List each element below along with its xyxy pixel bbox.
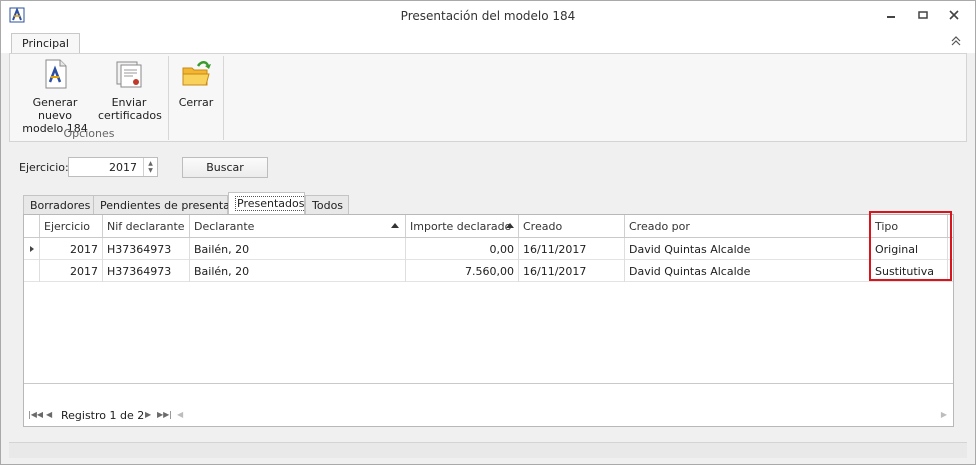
generar-label-line1: Generar nuevo <box>32 96 78 122</box>
scroll-left-icon[interactable]: ◀ <box>177 410 183 419</box>
close-button[interactable] <box>944 7 964 23</box>
ribbon-group-label: Opciones <box>63 127 115 140</box>
tab-todos-label: Todos <box>312 199 344 212</box>
cell-creado-por[interactable]: David Quintas Alcalde <box>625 260 871 282</box>
next-record-icon[interactable]: ▶ <box>145 410 151 419</box>
cell-ejercicio[interactable]: 2017 <box>40 238 103 260</box>
cell-ejercicio[interactable]: 2017 <box>40 260 103 282</box>
status-bar <box>9 442 967 458</box>
grid-footer-separator <box>24 383 953 384</box>
col-importe[interactable]: Importe declarado <box>406 215 519 237</box>
generar-modelo-button[interactable]: Generar nuevo modelo 184 <box>16 58 94 135</box>
spin-down-icon[interactable]: ▼ <box>148 167 153 174</box>
cell-importe[interactable]: 0,00 <box>406 238 519 260</box>
enviar-certificados-button[interactable]: Enviar certificados <box>98 58 162 122</box>
close-icon <box>949 10 959 20</box>
enviar-label-line2: certificados <box>98 109 162 122</box>
ejercicio-value[interactable]: 2017 <box>109 161 137 174</box>
col-declarante[interactable]: Declarante <box>190 215 406 237</box>
cell-creado[interactable]: 16/11/2017 <box>519 260 625 282</box>
tab-presentados[interactable]: Presentados <box>228 192 307 216</box>
grid-header: Ejercicio Nif declarante Declarante Impo… <box>24 215 953 238</box>
ribbon-group-separator-2 <box>223 56 224 140</box>
row-indicator <box>24 238 40 260</box>
cell-nif[interactable]: H37364973 <box>103 260 190 282</box>
record-navigator: |◀◀ ◀ Registro 1 de 2 ▶ ▶▶| ◀ ▶ <box>24 405 953 425</box>
col-importe-label: Importe declarado <box>410 220 512 233</box>
col-ejercicio[interactable]: Ejercicio <box>40 215 103 237</box>
chevron-up-icon[interactable] <box>951 36 961 46</box>
first-record-icon[interactable]: |◀◀ <box>28 410 43 419</box>
cell-declarante[interactable]: Bailén, 20 <box>190 238 406 260</box>
tab-pendientes-label: Pendientes de presentar <box>100 199 235 212</box>
tab-borradores-label: Borradores <box>30 199 91 212</box>
ribbon-panel: Generar nuevo modelo 184 Enviar certific… <box>9 53 967 142</box>
spinner-buttons[interactable]: ▲ ▼ <box>143 158 157 176</box>
row-indicator <box>24 260 40 282</box>
tipo-column-highlight <box>869 211 952 281</box>
buscar-button[interactable]: Buscar <box>182 157 268 178</box>
minimize-button[interactable] <box>881 7 901 23</box>
last-record-icon[interactable]: ▶▶| <box>157 410 172 419</box>
cell-creado[interactable]: 16/11/2017 <box>519 238 625 260</box>
sort-asc-icon <box>391 223 399 228</box>
cerrar-button[interactable]: Cerrar <box>173 58 219 109</box>
col-declarante-label: Declarante <box>194 220 255 233</box>
folder-exit-icon <box>182 61 211 86</box>
cerrar-label: Cerrar <box>178 96 214 109</box>
ejercicio-spinner[interactable]: 2017 ▲ ▼ <box>68 157 158 177</box>
window-title: Presentación del modelo 184 <box>400 9 576 23</box>
ribbon-tab-principal[interactable]: Principal <box>11 33 80 54</box>
table-row[interactable]: 2017 H37364973 Bailén, 20 7.560,00 16/11… <box>24 260 953 282</box>
record-counter: Registro 1 de 2 <box>61 409 145 422</box>
cell-declarante[interactable]: Bailén, 20 <box>190 260 406 282</box>
col-creado-por[interactable]: Creado por <box>625 215 871 237</box>
row-selector-icon <box>30 246 34 252</box>
document-aeat-icon <box>45 59 67 89</box>
enviar-label-line1: Enviar <box>111 96 147 109</box>
sort-asc-icon <box>506 223 514 228</box>
col-nif[interactable]: Nif declarante <box>103 215 190 237</box>
tab-pendientes[interactable]: Pendientes de presentar <box>93 195 234 215</box>
cell-creado-por[interactable]: David Quintas Alcalde <box>625 238 871 260</box>
minimize-icon <box>887 16 895 18</box>
tab-todos[interactable]: Todos <box>305 195 349 215</box>
restore-icon <box>918 11 928 19</box>
restore-button[interactable] <box>913 7 933 23</box>
ribbon-tab-strip: Principal <box>1 31 975 54</box>
ribbon-group-separator <box>168 56 169 140</box>
prev-record-icon[interactable]: ◀ <box>46 410 52 419</box>
certificates-icon <box>116 61 142 88</box>
cell-importe[interactable]: 7.560,00 <box>406 260 519 282</box>
tab-presentados-label: Presentados <box>235 196 307 211</box>
presentados-grid: Ejercicio Nif declarante Declarante Impo… <box>23 214 954 427</box>
ejercicio-label: Ejercicio: <box>19 161 69 174</box>
table-row[interactable]: 2017 H37364973 Bailén, 20 0,00 16/11/201… <box>24 238 953 260</box>
tab-borradores[interactable]: Borradores <box>23 195 94 215</box>
title-bar: Presentación del modelo 184 <box>1 1 975 31</box>
header-indicator <box>24 215 40 237</box>
cell-nif[interactable]: H37364973 <box>103 238 190 260</box>
col-creado[interactable]: Creado <box>519 215 625 237</box>
main-window: Presentación del modelo 184 Principal Ge… <box>0 0 976 465</box>
spin-up-icon[interactable]: ▲ <box>148 160 153 167</box>
scroll-right-icon[interactable]: ▶ <box>941 410 947 419</box>
